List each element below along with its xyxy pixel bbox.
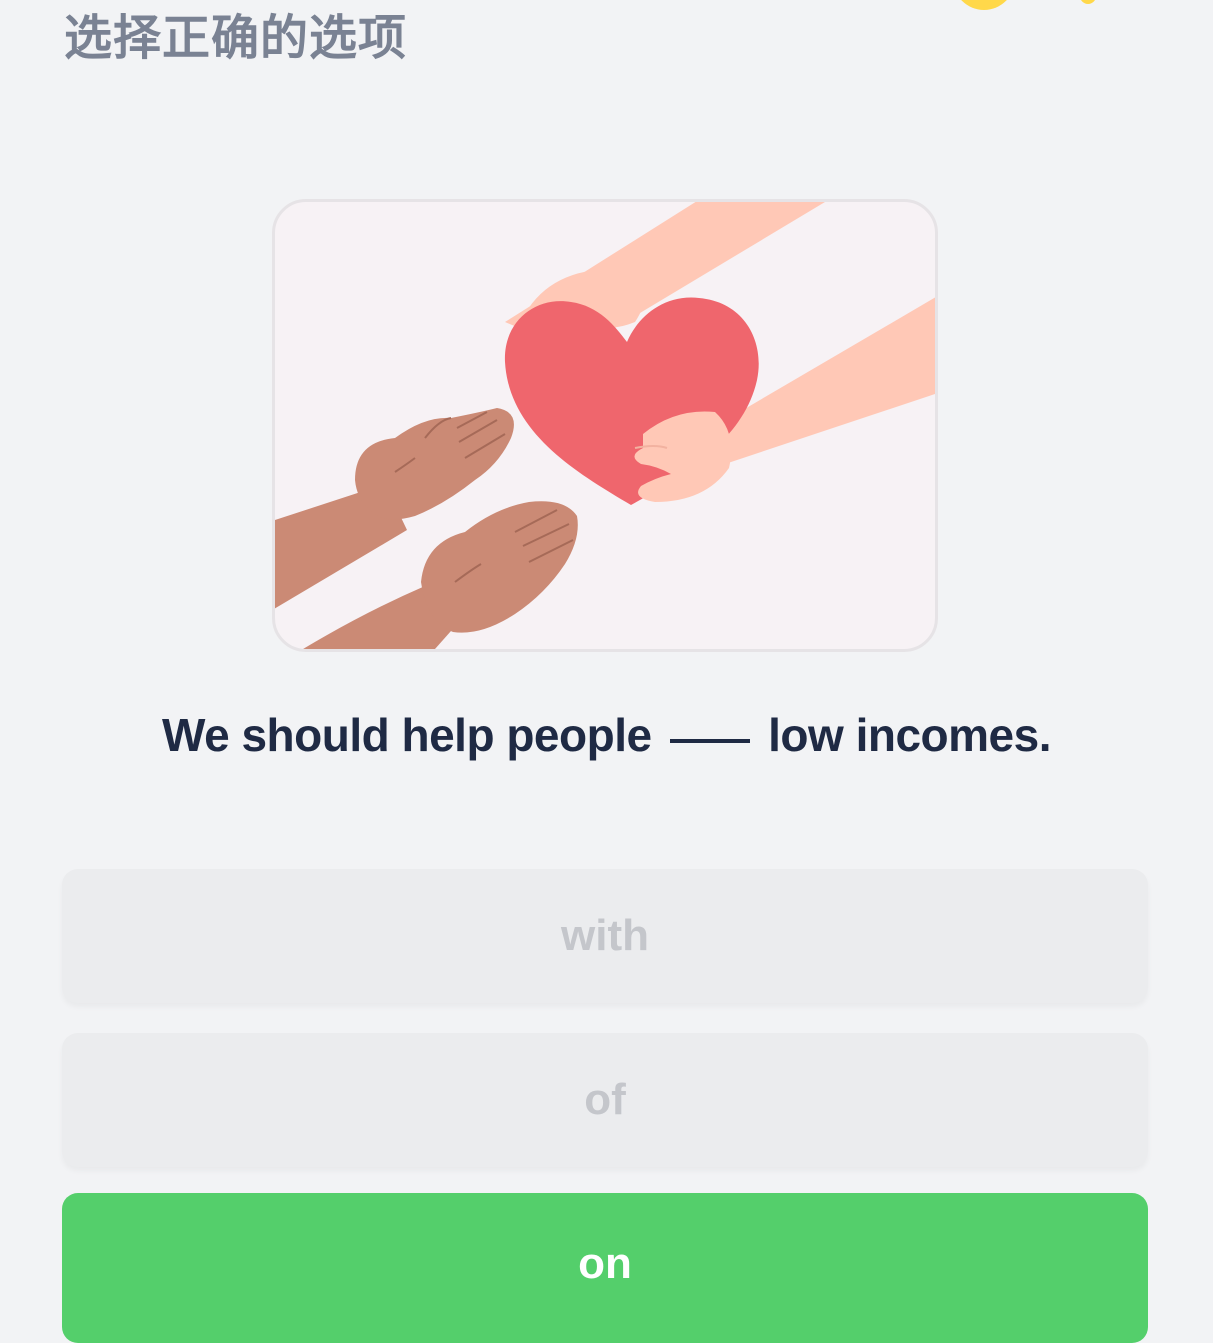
option-button-with[interactable]: with: [62, 869, 1148, 1003]
question-sentence: We should help people low incomes.: [0, 700, 1213, 770]
sentence-after-blank: low incomes.: [768, 709, 1051, 761]
question-illustration: [272, 199, 938, 652]
instruction-title: 选择正确的选项: [64, 10, 408, 66]
option-button-on-selected[interactable]: on: [62, 1193, 1148, 1343]
giving-heart-hands-icon: [275, 202, 935, 649]
option-label: of: [584, 1075, 626, 1124]
option-label: with: [561, 911, 649, 960]
sparkle-icon: [1080, 0, 1096, 4]
sentence-before-blank: We should help people: [162, 709, 652, 761]
answer-blank: [669, 739, 750, 743]
option-label: on: [578, 1239, 632, 1288]
coin-icon: [952, 0, 1016, 10]
option-button-of[interactable]: of: [62, 1033, 1148, 1167]
